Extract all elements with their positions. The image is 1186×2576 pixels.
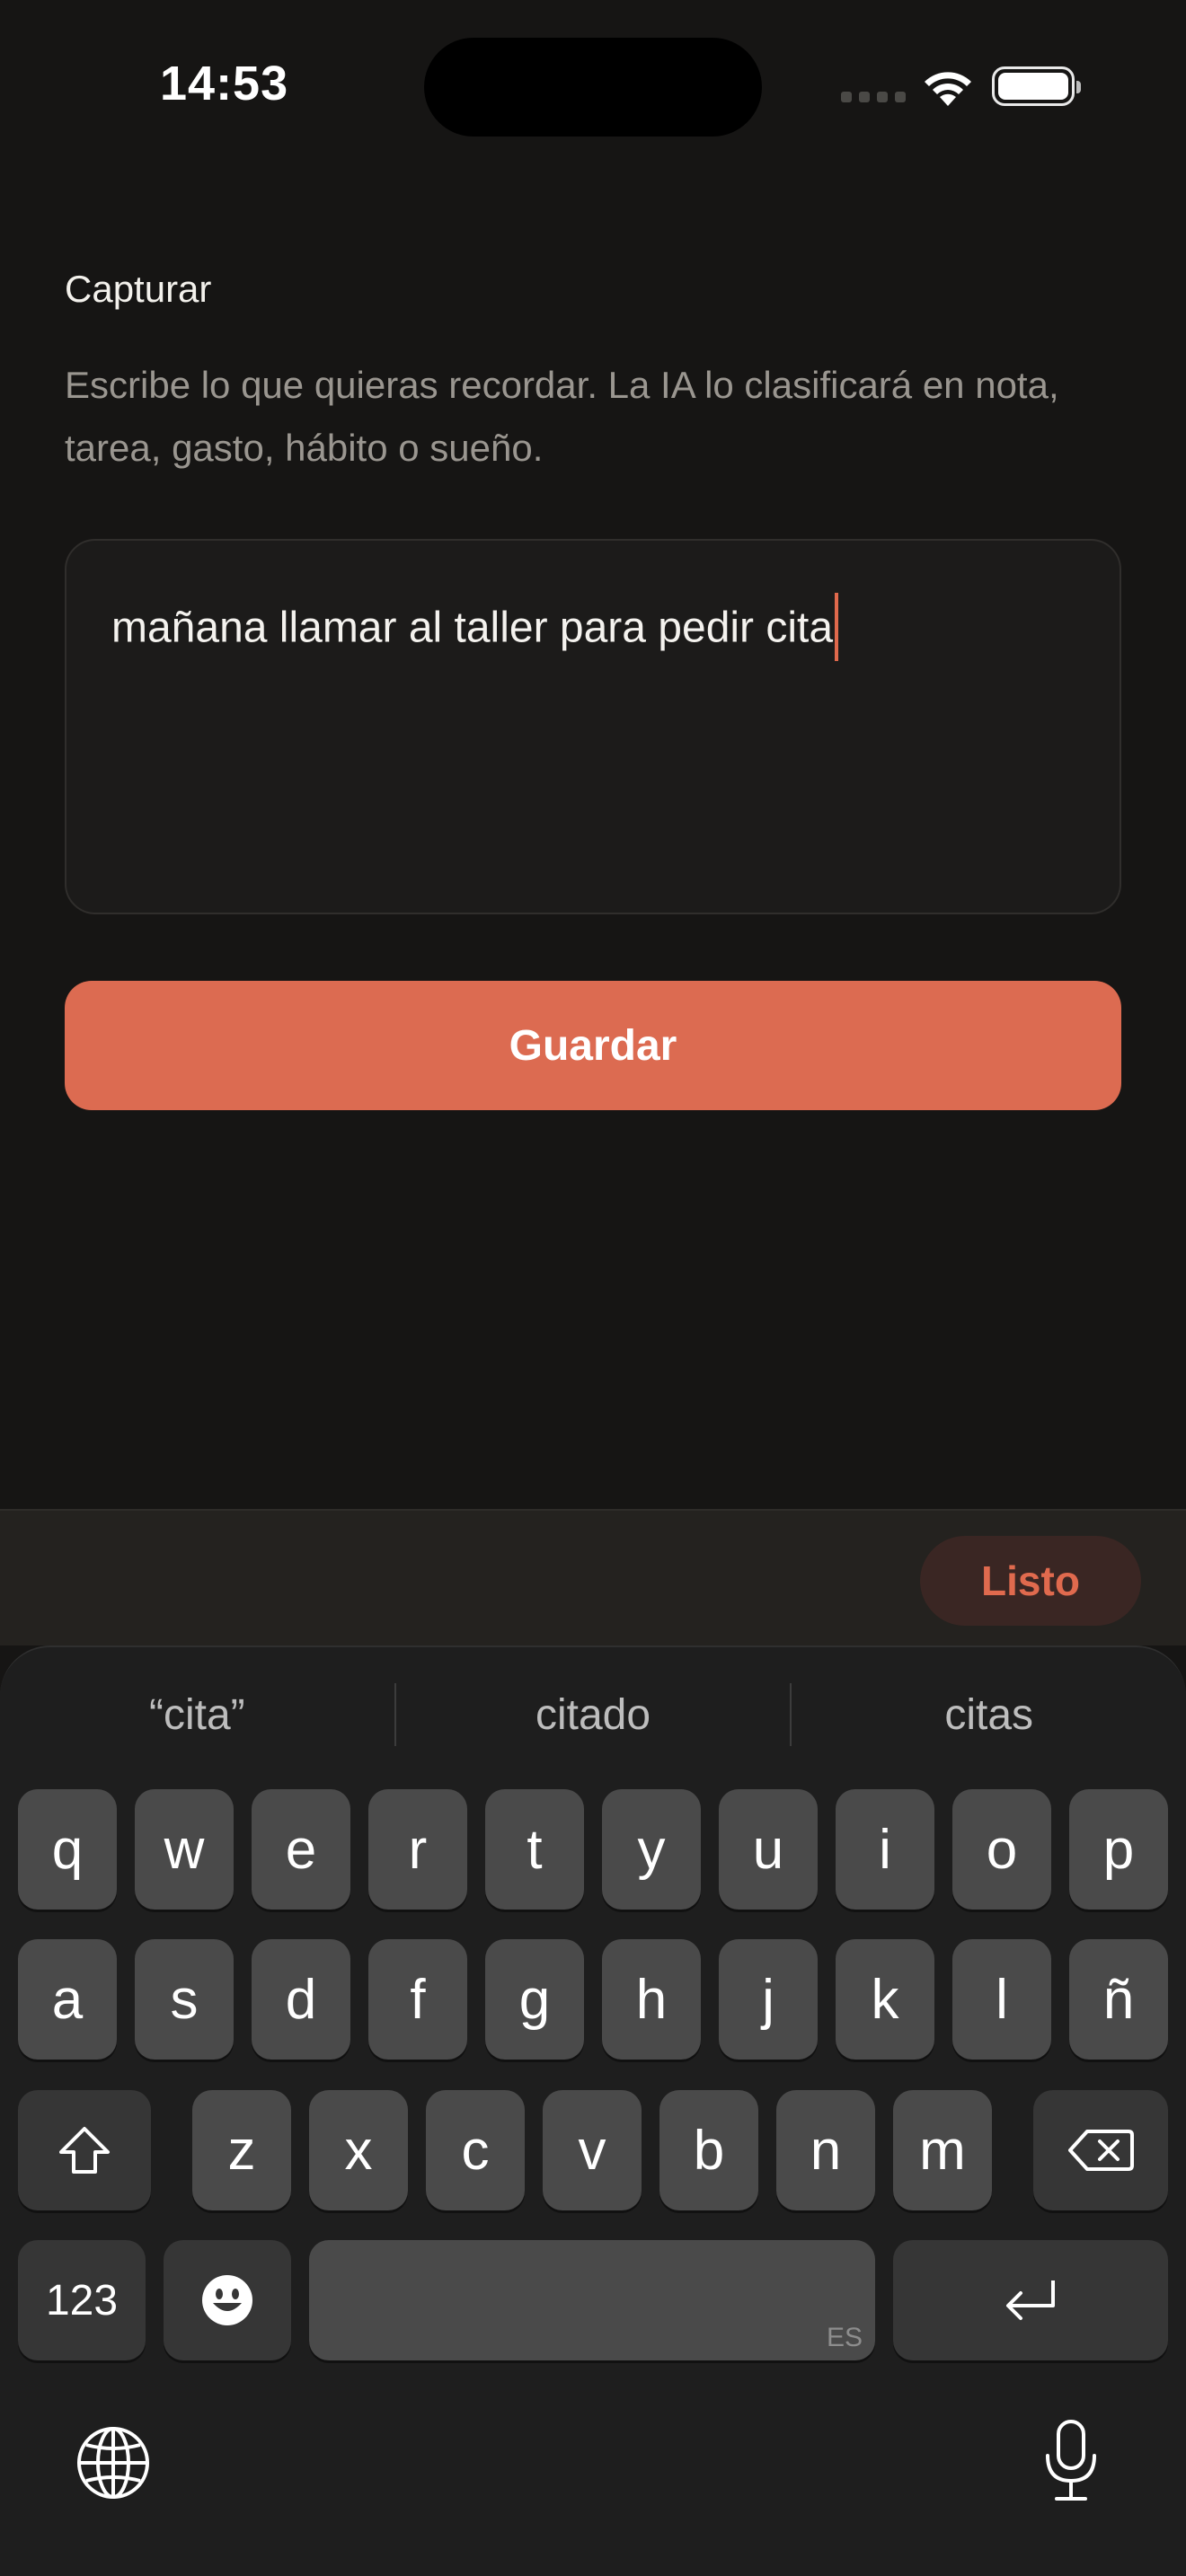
return-key[interactable] [893,2240,1168,2360]
key-z[interactable]: z [192,2090,291,2210]
key-j[interactable]: j [719,1939,818,2060]
page-description: Escribe lo que quieras recordar. La IA l… [65,364,1059,469]
return-icon [1006,2280,1055,2320]
key-d[interactable]: d [252,1939,350,2060]
suggestion-item[interactable]: citas [792,1690,1186,1740]
microphone-icon[interactable] [1042,2418,1100,2504]
key-c[interactable]: c [426,2090,525,2210]
key-a[interactable]: a [18,1939,117,2060]
shift-icon [59,2127,110,2174]
suggestion-bar: “cita” citado citas [0,1647,1186,1782]
cellular-signal-icon [841,92,906,102]
key-b[interactable]: b [659,2090,758,2210]
battery-icon [992,66,1081,106]
key-h[interactable]: h [602,1939,701,2060]
globe-icon[interactable] [75,2425,151,2501]
key-r[interactable]: r [368,1789,467,1910]
status-time: 14:53 [160,57,289,110]
shift-key[interactable] [18,2090,151,2210]
key-e[interactable]: e [252,1789,350,1910]
key-y[interactable]: y [602,1789,701,1910]
key-q[interactable]: q [18,1789,117,1910]
delete-icon [1068,2130,1134,2171]
wifi-icon [925,72,971,106]
key-w[interactable]: w [135,1789,234,1910]
capture-text-input[interactable]: mañana llamar al taller para pedir cita [65,539,1121,914]
delete-key[interactable] [1033,2090,1168,2210]
key-s[interactable]: s [135,1939,234,2060]
space-key[interactable]: ES [309,2240,875,2360]
suggestion-item[interactable]: citado [396,1690,791,1740]
key-o[interactable]: o [952,1789,1051,1910]
key-p[interactable]: p [1069,1789,1168,1910]
keyboard-bottom-bar [0,2371,1186,2551]
numbers-key[interactable]: 123 [18,2240,146,2360]
key-v[interactable]: v [543,2090,642,2210]
suggestion-item[interactable]: “cita” [0,1690,394,1740]
page-title: Capturar [65,268,212,310]
key-g[interactable]: g [485,1939,584,2060]
space-language-label: ES [826,2323,863,2352]
emoji-icon [202,2275,252,2325]
emoji-key[interactable] [164,2240,291,2360]
key-k[interactable]: k [836,1939,934,2060]
key-m[interactable]: m [893,2090,992,2210]
capture-input-value: mañana llamar al taller para pedir cita [111,604,834,652]
key-n[interactable]: n [776,2090,875,2210]
key-u[interactable]: u [719,1789,818,1910]
key-t[interactable]: t [485,1789,584,1910]
dynamic-island [424,38,762,137]
text-caret [835,593,839,661]
key-n-tilde[interactable]: ñ [1069,1939,1168,2060]
keyboard-accessory-bar: Listo [0,1509,1186,1645]
key-i[interactable]: i [836,1789,934,1910]
done-button[interactable]: Listo [920,1536,1141,1626]
save-button[interactable]: Guardar [65,981,1121,1110]
key-l[interactable]: l [952,1939,1051,2060]
status-bar: 14:53 [0,0,1186,180]
key-x[interactable]: x [309,2090,408,2210]
key-f[interactable]: f [368,1939,467,2060]
